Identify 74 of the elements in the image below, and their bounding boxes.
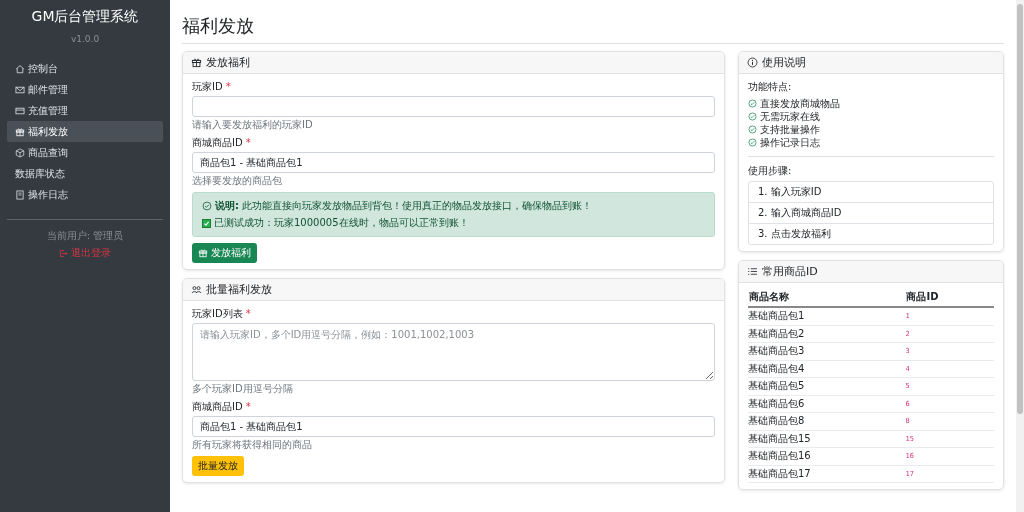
check-circle-icon	[748, 112, 757, 121]
table-cell: 基础商品包17	[748, 465, 906, 483]
list-icon	[747, 266, 758, 277]
home-icon	[15, 63, 25, 74]
input-field[interactable]: 商品包1 - 基础商品包1	[192, 152, 715, 173]
gift-icon	[15, 126, 25, 137]
field-label: 玩家ID列表	[192, 308, 243, 319]
version-label: v1.0.0	[69, 34, 101, 44]
table-cell: 基础商品包8	[748, 412, 906, 430]
sidebar-item[interactable]: 控制台	[7, 58, 163, 79]
sidebar-item[interactable]: 福利发放	[7, 121, 163, 142]
check-circle-icon	[748, 99, 757, 108]
feature-text: 直接发放商城物品	[760, 96, 840, 111]
people-icon	[191, 284, 202, 295]
envelope-icon	[15, 84, 25, 95]
feature-text: 无需玩家在线	[760, 109, 820, 124]
page-title: 福利发放	[182, 0, 1004, 44]
check-circle-icon	[202, 201, 212, 211]
sidebar-item[interactable]: 邮件管理	[7, 79, 163, 100]
column-header: 商品名称	[748, 287, 906, 307]
box-icon	[15, 147, 25, 158]
alert-note: 已测试成功：玩家1000005在线时，物品可以正常到账！	[214, 216, 469, 230]
card-icon	[15, 105, 25, 116]
table-cell: 基础商品包6	[748, 395, 906, 413]
table-cell: 基础商品包16	[748, 447, 906, 465]
step-item: 1. 输入玩家ID	[757, 185, 823, 199]
field-label: 玩家ID	[192, 81, 223, 92]
logout-icon	[59, 248, 68, 258]
help-text: 请输入要发放福利的玩家ID	[192, 119, 314, 131]
card-title: 批量福利发放	[206, 282, 272, 297]
section-label: 功能特点:	[748, 80, 793, 94]
check-circle-icon	[748, 138, 757, 147]
sidebar-item[interactable]: 商品查询	[7, 142, 163, 163]
required-mark: *	[245, 308, 251, 319]
gift-icon	[198, 248, 208, 258]
card-title: 使用说明	[762, 55, 806, 70]
app-title: GM后台管理系统	[30, 8, 140, 26]
table-cell: 基础商品包1	[748, 307, 906, 325]
document-icon	[15, 189, 25, 200]
step-item: 3. 点击发放福利	[749, 223, 993, 244]
grant-button[interactable]: 发放福利	[192, 243, 257, 263]
help-text: 多个玩家ID用逗号分隔	[192, 383, 294, 395]
input-field[interactable]: 商品包1 - 基础商品包1	[192, 416, 715, 437]
sidebar-item[interactable]: 操作日志	[7, 184, 163, 205]
section-label: 使用步骤:	[748, 164, 793, 178]
input-field[interactable]	[192, 96, 715, 117]
table-cell: 基础商品包5	[748, 377, 906, 395]
help-text: 选择要发放的商品包	[192, 175, 283, 187]
field-label: 商城商品ID	[192, 401, 243, 412]
table-cell: 基础商品包15	[748, 430, 906, 448]
help-text: 所有玩家将获得相同的商品	[192, 439, 313, 451]
table-cell: 基础商品包4	[748, 360, 906, 378]
required-mark: *	[245, 137, 251, 148]
table-cell: 基础商品包2	[748, 325, 906, 343]
sidebar-item[interactable]: 充值管理	[7, 100, 163, 121]
batch-button[interactable]: 批量发放	[192, 456, 244, 476]
required-mark: *	[225, 81, 231, 92]
feature-text: 操作记录日志	[760, 135, 820, 150]
current-user-label: 当前用户: 管理员	[45, 229, 125, 243]
info-icon	[747, 57, 758, 68]
field-label: 商城商品ID	[192, 137, 243, 148]
table-cell: 基础商品包3	[748, 342, 906, 360]
gift-icon	[191, 57, 202, 68]
player-id-textarea[interactable]: 请输入玩家ID，多个ID用逗号分隔，例如：1001,1002,1003	[192, 323, 715, 381]
alert-text: 说明: 此功能直接向玩家发放物品到背包！使用真正的物品发放接口，确保物品到账！	[215, 199, 593, 213]
column-header: 商品ID	[905, 287, 994, 307]
card-title: 发放福利	[206, 55, 250, 70]
card-title: 常用商品ID	[762, 264, 818, 279]
step-item: 2. 输入商城商品ID	[749, 202, 993, 223]
required-mark: *	[245, 401, 251, 412]
check-circle-icon	[748, 125, 757, 134]
feature-text: 支持批量操作	[760, 122, 820, 137]
sidebar-item[interactable]: 数据库状态	[7, 163, 163, 184]
scrollbar[interactable]	[1016, 0, 1024, 512]
